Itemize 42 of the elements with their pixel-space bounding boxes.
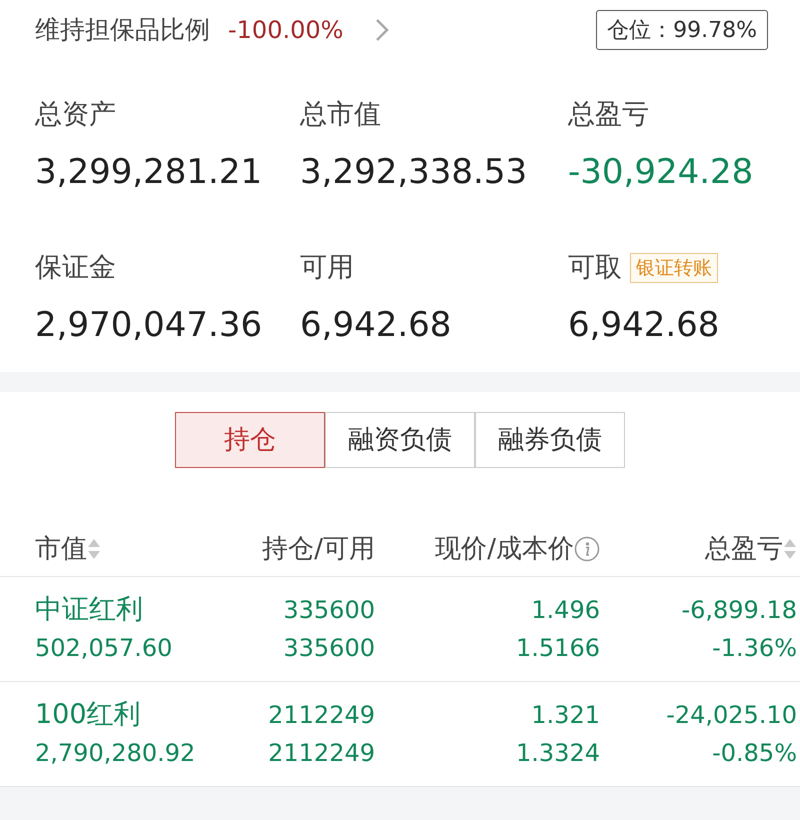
table-cell-text: 502,057.60 (35, 633, 172, 664)
tab[interactable]: 融资负债 (325, 412, 475, 468)
summary-label: 总市值 (300, 98, 381, 132)
table-cell: 中证红利 (35, 594, 143, 626)
tab[interactable]: 融券负债 (475, 412, 625, 468)
position-badge: 仓位：99.78% (596, 10, 768, 50)
table-cell-text: 1.321 (531, 700, 600, 731)
table-cell-text: -6,899.18 (681, 595, 797, 626)
summary-value: 3,299,281.21 (35, 152, 264, 192)
summary-label: 可用 (300, 250, 354, 285)
summary-value: 6,942.68 (300, 305, 452, 345)
table-cell-text: 2112249 (268, 700, 375, 731)
table-cell-text: 1.3324 (516, 738, 600, 769)
summary-value: 6,942.68 (568, 305, 720, 345)
table-cell-text: -24,025.10 (666, 700, 797, 731)
summary-value: -30,924.28 (568, 152, 754, 192)
summary-value: 2,970,047.36 (35, 305, 264, 345)
margin-ratio-label: 维持担保品比例 (35, 14, 210, 46)
summary-value: 3,292,338.53 (300, 152, 528, 192)
table-cell-text: 335600 (283, 633, 375, 664)
tab[interactable]: 持仓 (175, 412, 325, 468)
summary-label: 总盈亏 (568, 98, 649, 132)
info-icon[interactable] (574, 536, 600, 562)
table-cell: 100红利 (35, 699, 141, 731)
margin-ratio-value: -100.00% (228, 15, 344, 46)
table-cell-text: 2,790,280.92 (35, 738, 196, 769)
table-cell-text: 1.496 (531, 595, 600, 626)
sort-icon[interactable] (87, 537, 101, 561)
sort-icon[interactable] (783, 537, 797, 561)
column-header[interactable]: 持仓/可用 (262, 530, 375, 568)
summary-label: 总资产 (35, 98, 116, 132)
column-header[interactable]: 现价/成本价 (435, 530, 574, 568)
table-cell-text: -1.36% (712, 633, 797, 664)
summary-label: 保证金 (35, 250, 116, 285)
summary-label: 可取 (568, 250, 622, 285)
column-header[interactable]: 总盈亏 (705, 530, 783, 568)
table-cell-text: 1.5166 (516, 633, 600, 664)
table-cell-text: 2112249 (268, 738, 375, 769)
column-header[interactable]: 市值 (35, 530, 87, 568)
chevron-right-icon[interactable] (375, 18, 390, 42)
table-cell-text: 335600 (283, 595, 375, 626)
table-cell-text: -0.85% (712, 738, 797, 769)
